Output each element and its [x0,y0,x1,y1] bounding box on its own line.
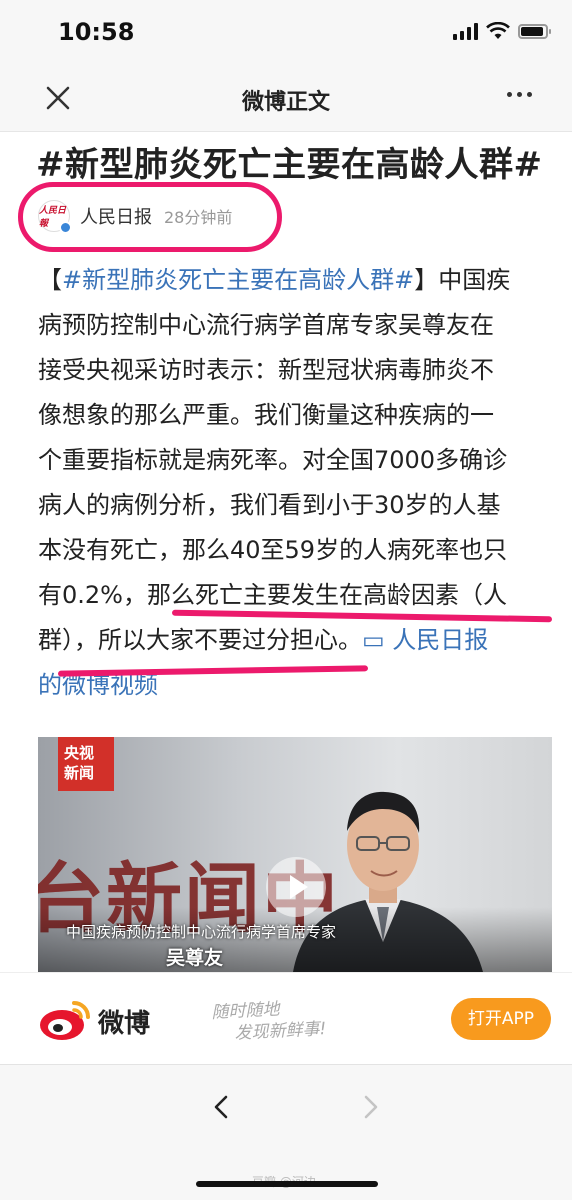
play-icon[interactable] [266,857,326,917]
status-icons [453,22,551,40]
status-bar: 10:58 [0,0,572,62]
chevron-left-icon[interactable] [208,1093,236,1121]
battery-icon [518,23,551,39]
app-banner: 微博 随时随地 发现新鲜事! 打开APP [0,972,572,1064]
article-body: 【#新型肺炎死亡主要在高龄人群#】中国疾 病预防控制中心流行病学首席专家吴尊友在… [38,258,558,708]
body-line: 病人的病例分析，我们看到小于30岁的人基 [38,491,501,519]
channel-logo: 央视 新闻 [58,737,114,791]
signal-icon [453,22,478,40]
app-slogan: 随时随地 发现新鲜事! [210,999,327,1044]
nav-bar: 微博正文 [0,62,572,132]
wifi-icon [486,22,510,39]
video-caption-name: 吴尊友 [166,947,224,969]
status-time: 10:58 [58,18,135,46]
video-caption: 中国疾病预防控制中心流行病学首席专家 [66,923,337,941]
avatar[interactable]: 人民日報 [38,200,72,234]
open-app-button[interactable]: 打开APP [451,998,551,1040]
article-headline[interactable]: #新型肺炎死亡主要在高龄人群# [36,137,542,186]
author-name[interactable]: 人民日报 [80,203,152,229]
body-line: 接受央视采访时表示：新型冠状病毒肺炎不 [38,356,494,384]
home-indicator[interactable] [196,1181,378,1187]
video-link[interactable]: ▭ 人民日报 [362,626,488,654]
more-dots-icon[interactable] [507,92,532,97]
battery-level [521,26,544,36]
body-line: 【#新型肺炎死亡主要在高龄人群#】中国疾 [38,266,511,294]
browser-toolbar: 豆瓣 @河边 [0,1064,572,1200]
body-line: 像想象的那么严重。我们衡量这种疾病的一 [38,401,494,429]
hashtag-link[interactable]: #新型肺炎死亡主要在高龄人群# [62,266,414,294]
video-player[interactable]: 台新闻中 央视 新闻 中国疾病预防控制中心流行病学首席专家 吴尊友 [38,737,552,972]
weibo-brand: 微博 [98,1009,151,1039]
body-line: 病预防控制中心流行病学首席专家吴尊友在 [38,311,494,339]
body-line: 群），所以大家不要过分担心。▭ 人民日报 [38,626,489,654]
verified-badge-icon [59,221,72,234]
body-line: 本没有死亡，那么40至59岁的人病死率也只 [38,536,508,564]
page-title: 微博正文 [241,90,330,115]
post-time: 28分钟前 [164,208,233,227]
chevron-right-icon[interactable] [356,1093,384,1121]
author-row[interactable]: 人民日報 人民日报 28分钟前 [38,196,232,236]
body-line: 个重要指标就是病死率。对全国7000多确诊 [38,446,508,474]
weibo-logo-icon [40,1001,90,1040]
